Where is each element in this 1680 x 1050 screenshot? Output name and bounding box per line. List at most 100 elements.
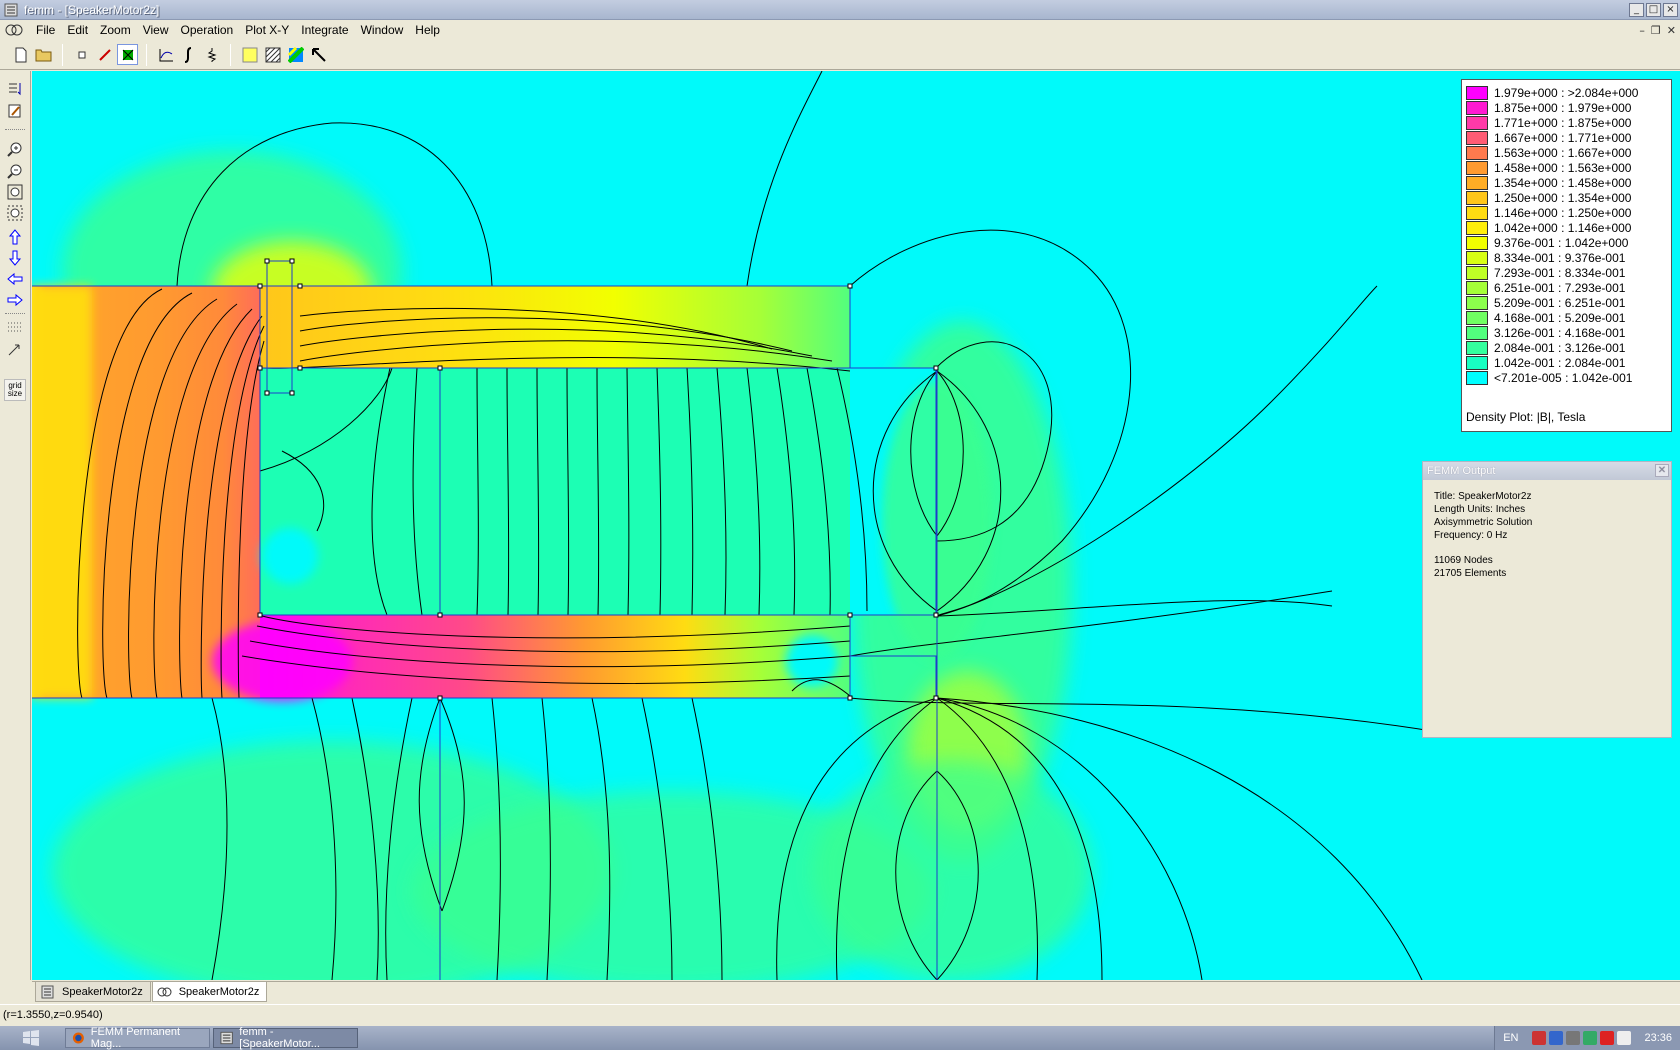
expand-tray-icon[interactable] [1617, 1031, 1632, 1045]
node-icon[interactable] [71, 44, 92, 65]
maximize-button[interactable]: □ [1646, 2, 1661, 17]
menu-help[interactable]: Help [409, 21, 446, 39]
menu-plot-xy[interactable]: Plot X-Y [239, 21, 295, 39]
output-title-text: FEMM Output [1427, 465, 1496, 477]
pan-right-icon[interactable] [4, 290, 26, 310]
tab-postprocessor[interactable]: SpeakerMotor2z [151, 982, 268, 1002]
integrate-icon[interactable] [178, 44, 199, 65]
density-plot-icon[interactable] [239, 44, 260, 65]
legend-entry: 1.667e+000 : 1.771e+000 [1466, 130, 1631, 145]
zoom-in-icon[interactable] [4, 139, 26, 159]
saturation-hotspot [212, 621, 352, 701]
legend-swatch [1466, 325, 1488, 340]
legend-entry: 7.293e-001 : 8.334e-001 [1466, 265, 1625, 280]
edit-icon[interactable] [4, 79, 26, 99]
window-title: femm - [SpeakerMotor2z] [24, 2, 160, 17]
legend-entry: 1.146e+000 : 1.250e+000 [1466, 205, 1631, 220]
legend-swatch [1466, 160, 1488, 175]
new-document-icon[interactable] [10, 44, 31, 65]
block-label-icon[interactable] [117, 44, 138, 65]
ati-icon[interactable] [1600, 1031, 1615, 1045]
pan-down-icon[interactable] [4, 248, 26, 268]
legend-entry: 1.250e+000 : 1.354e+000 [1466, 190, 1631, 205]
pan-left-icon[interactable] [4, 269, 26, 289]
mdi-controls: – ❐ ✕ [1639, 24, 1680, 37]
legend-entry: 3.126e-001 : 4.168e-001 [1466, 325, 1625, 340]
mdi-minimize-icon[interactable]: – [1639, 24, 1645, 37]
menu-window[interactable]: Window [355, 21, 410, 39]
menu-integrate[interactable]: Integrate [295, 21, 354, 39]
sync-icon[interactable] [1583, 1031, 1598, 1045]
open-folder-icon[interactable] [33, 44, 54, 65]
grid-icon[interactable] [4, 317, 26, 337]
legend-entry: 6.251e-001 : 7.293e-001 [1466, 280, 1625, 295]
legend-entry: 4.168e-001 : 5.209e-001 [1466, 310, 1625, 325]
clock: 23:36 [1644, 1032, 1672, 1044]
back-plate-edge [32, 286, 92, 698]
top-plate [260, 286, 850, 368]
legend-entry: 1.875e+000 : 1.979e+000 [1466, 100, 1631, 115]
taskbar-item-firefox[interactable]: FEMM Permanent Mag... [65, 1026, 210, 1050]
magnet-region [260, 368, 850, 615]
task-label: femm - [SpeakerMotor... [239, 1026, 320, 1050]
legend-entry: 1.563e+000 : 1.667e+000 [1466, 145, 1631, 160]
legend-caption: Density Plot: |B|, Tesla [1466, 410, 1586, 424]
speaker-icon[interactable] [1532, 1031, 1547, 1045]
menu-view[interactable]: View [137, 21, 175, 39]
plot-xy-icon[interactable] [155, 44, 176, 65]
menu-file[interactable]: File [30, 21, 61, 39]
output-body: Title: SpeakerMotor2z Length Units: Inch… [1423, 480, 1671, 590]
security-icon[interactable] [1566, 1031, 1581, 1045]
legend-swatch [1466, 340, 1488, 355]
snap-icon[interactable] [4, 339, 26, 359]
zoom-window-icon[interactable] [4, 203, 26, 223]
toolbar-separator [5, 129, 25, 130]
circuit-icon[interactable] [201, 44, 222, 65]
language-indicator[interactable]: EN [1503, 1032, 1518, 1044]
legend-entry: 1.042e-001 : 2.084e-001 [1466, 355, 1625, 370]
vector-plot-icon[interactable] [262, 44, 283, 65]
document-tabs: SpeakerMotor2z SpeakerMotor2z [32, 981, 1680, 1003]
grid-size-button[interactable]: grid size [4, 379, 26, 401]
pan-up-icon[interactable] [4, 227, 26, 247]
zoom-out-icon[interactable] [4, 161, 26, 181]
tab-preprocessor[interactable]: SpeakerMotor2z [35, 982, 151, 1002]
legend-entry: 1.042e+000 : 1.146e+000 [1466, 220, 1631, 235]
output-line: 21705 Elements [1434, 568, 1507, 579]
femm-icon [220, 1031, 233, 1045]
legend-swatch [1466, 355, 1488, 370]
legend-swatch [1466, 145, 1488, 160]
select-arrow-icon[interactable] [308, 44, 329, 65]
task-label: FEMM Permanent Mag... [90, 1026, 181, 1050]
toolbar-separator [146, 43, 147, 66]
mdi-restore-icon[interactable]: ❐ [1651, 24, 1661, 37]
pencil-icon[interactable] [4, 101, 26, 121]
legend-entry: 2.084e-001 : 3.126e-001 [1466, 340, 1625, 355]
legend-swatch [1466, 295, 1488, 310]
menu-edit[interactable]: Edit [61, 21, 94, 39]
legend-swatch [1466, 115, 1488, 130]
contour-plot-icon[interactable] [285, 44, 306, 65]
taskbar-item-femm[interactable]: femm - [SpeakerMotor... [213, 1026, 358, 1050]
menu-zoom[interactable]: Zoom [94, 21, 137, 39]
legend-swatch [1466, 310, 1488, 325]
document-icon[interactable] [4, 22, 24, 38]
menu-operation[interactable]: Operation [175, 21, 240, 39]
close-button[interactable]: × [1663, 2, 1678, 17]
minimize-button[interactable]: _ [1629, 2, 1644, 17]
start-button[interactable] [0, 1026, 62, 1050]
close-icon[interactable]: ✕ [1655, 464, 1669, 477]
zoom-natural-icon[interactable] [4, 182, 26, 202]
segment-icon[interactable] [94, 44, 115, 65]
windows-logo-icon [23, 1030, 39, 1046]
legend-swatch [1466, 130, 1488, 145]
mdi-close-icon[interactable]: ✕ [1667, 24, 1676, 37]
legend-swatch [1466, 370, 1488, 385]
main-toolbar [0, 40, 1680, 70]
output-window-title[interactable]: FEMM Output ✕ [1423, 462, 1671, 480]
output-window: FEMM Output ✕ Title: SpeakerMotor2z Leng… [1422, 461, 1672, 738]
toolbar-separator [230, 43, 231, 66]
legend-swatch [1466, 205, 1488, 220]
firefox-icon [72, 1032, 84, 1044]
network-icon[interactable] [1549, 1031, 1564, 1045]
